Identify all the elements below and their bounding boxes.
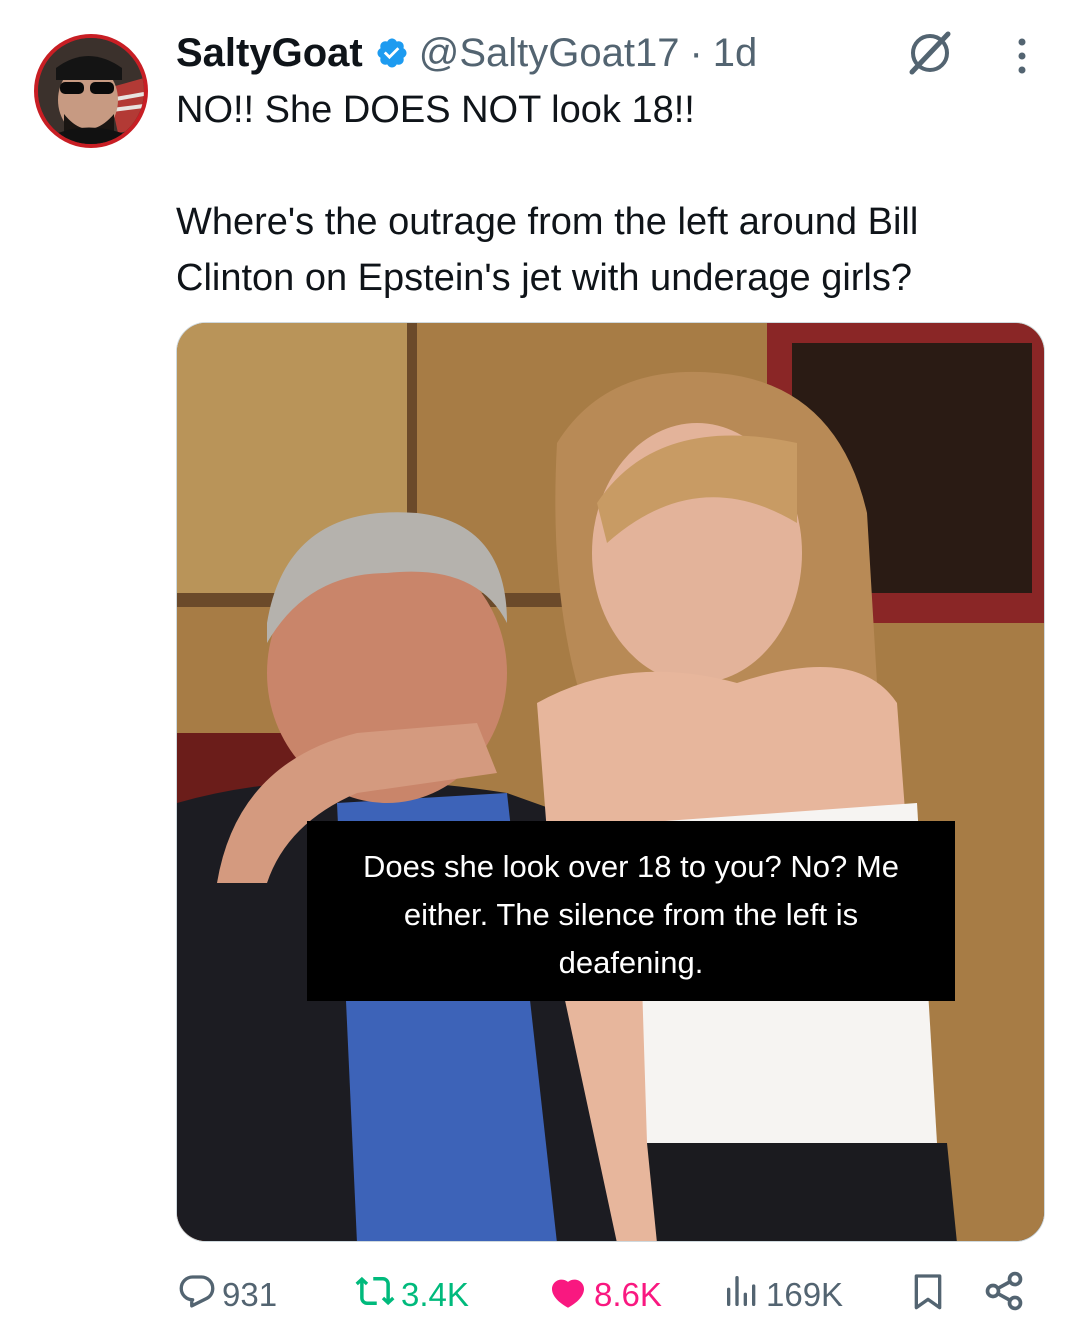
retweet-count: 3.4K: [401, 1276, 469, 1313]
reply-icon: [176, 1270, 222, 1320]
author-avatar[interactable]: [34, 34, 148, 148]
share-button[interactable]: [982, 1270, 1030, 1320]
verified-badge-icon: [375, 36, 409, 70]
like-button[interactable]: 8.6K: [546, 1270, 662, 1320]
like-icon: [546, 1270, 594, 1320]
tweet-header: SaltyGoat @SaltyGoat17 · 1d: [176, 28, 757, 78]
reply-count: 931: [222, 1276, 278, 1313]
more-icon[interactable]: [1007, 34, 1037, 78]
tweet-action-bar: 931 3.4K 8.6K 169K: [176, 1270, 1046, 1320]
like-count: 8.6K: [594, 1276, 662, 1313]
views-icon: [722, 1270, 766, 1320]
bookmark-icon: [908, 1269, 952, 1321]
retweet-button[interactable]: 3.4K: [353, 1270, 469, 1320]
reply-button[interactable]: 931: [176, 1270, 277, 1320]
separator-dot: ·: [689, 30, 703, 75]
tweet-text: NO!! She DOES NOT look 18!! Where's the …: [176, 89, 919, 299]
tweet-media-image[interactable]: Does she look over 18 to you? No? Me eit…: [176, 322, 1045, 1242]
grok-icon[interactable]: [902, 30, 958, 76]
author-name[interactable]: SaltyGoat: [176, 31, 363, 76]
bookmark-button[interactable]: [908, 1270, 952, 1320]
views-button[interactable]: 169K: [722, 1270, 843, 1320]
retweet-icon: [353, 1270, 401, 1320]
view-count: 169K: [766, 1276, 844, 1313]
share-icon: [982, 1269, 1030, 1321]
image-caption: Does she look over 18 to you? No? Me eit…: [307, 821, 955, 1001]
timestamp[interactable]: 1d: [713, 31, 758, 76]
author-handle[interactable]: @SaltyGoat17: [419, 31, 680, 76]
